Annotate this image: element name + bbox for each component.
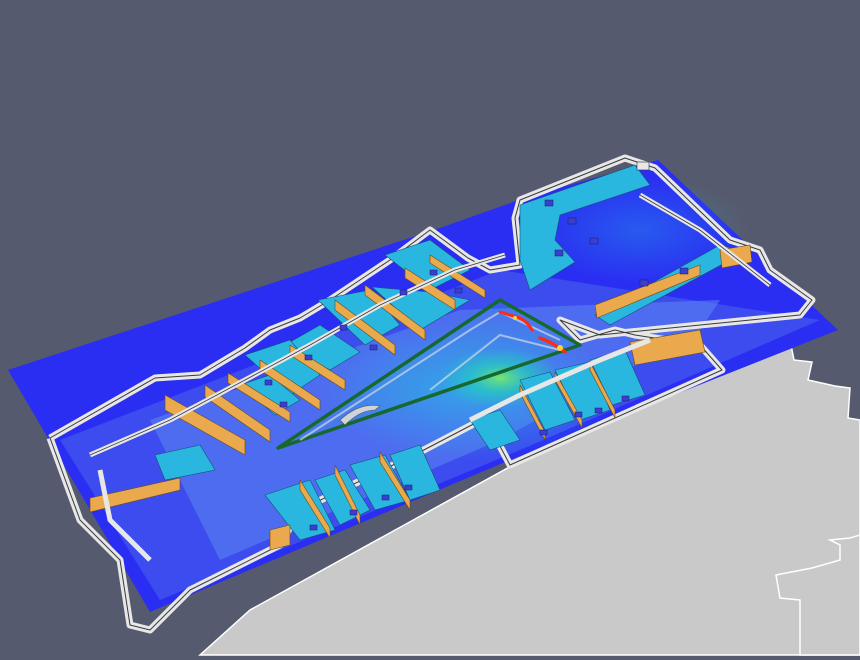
building-3d-view[interactable]: [0, 0, 860, 660]
equipment-box: [636, 161, 650, 171]
viewport[interactable]: [0, 0, 860, 660]
